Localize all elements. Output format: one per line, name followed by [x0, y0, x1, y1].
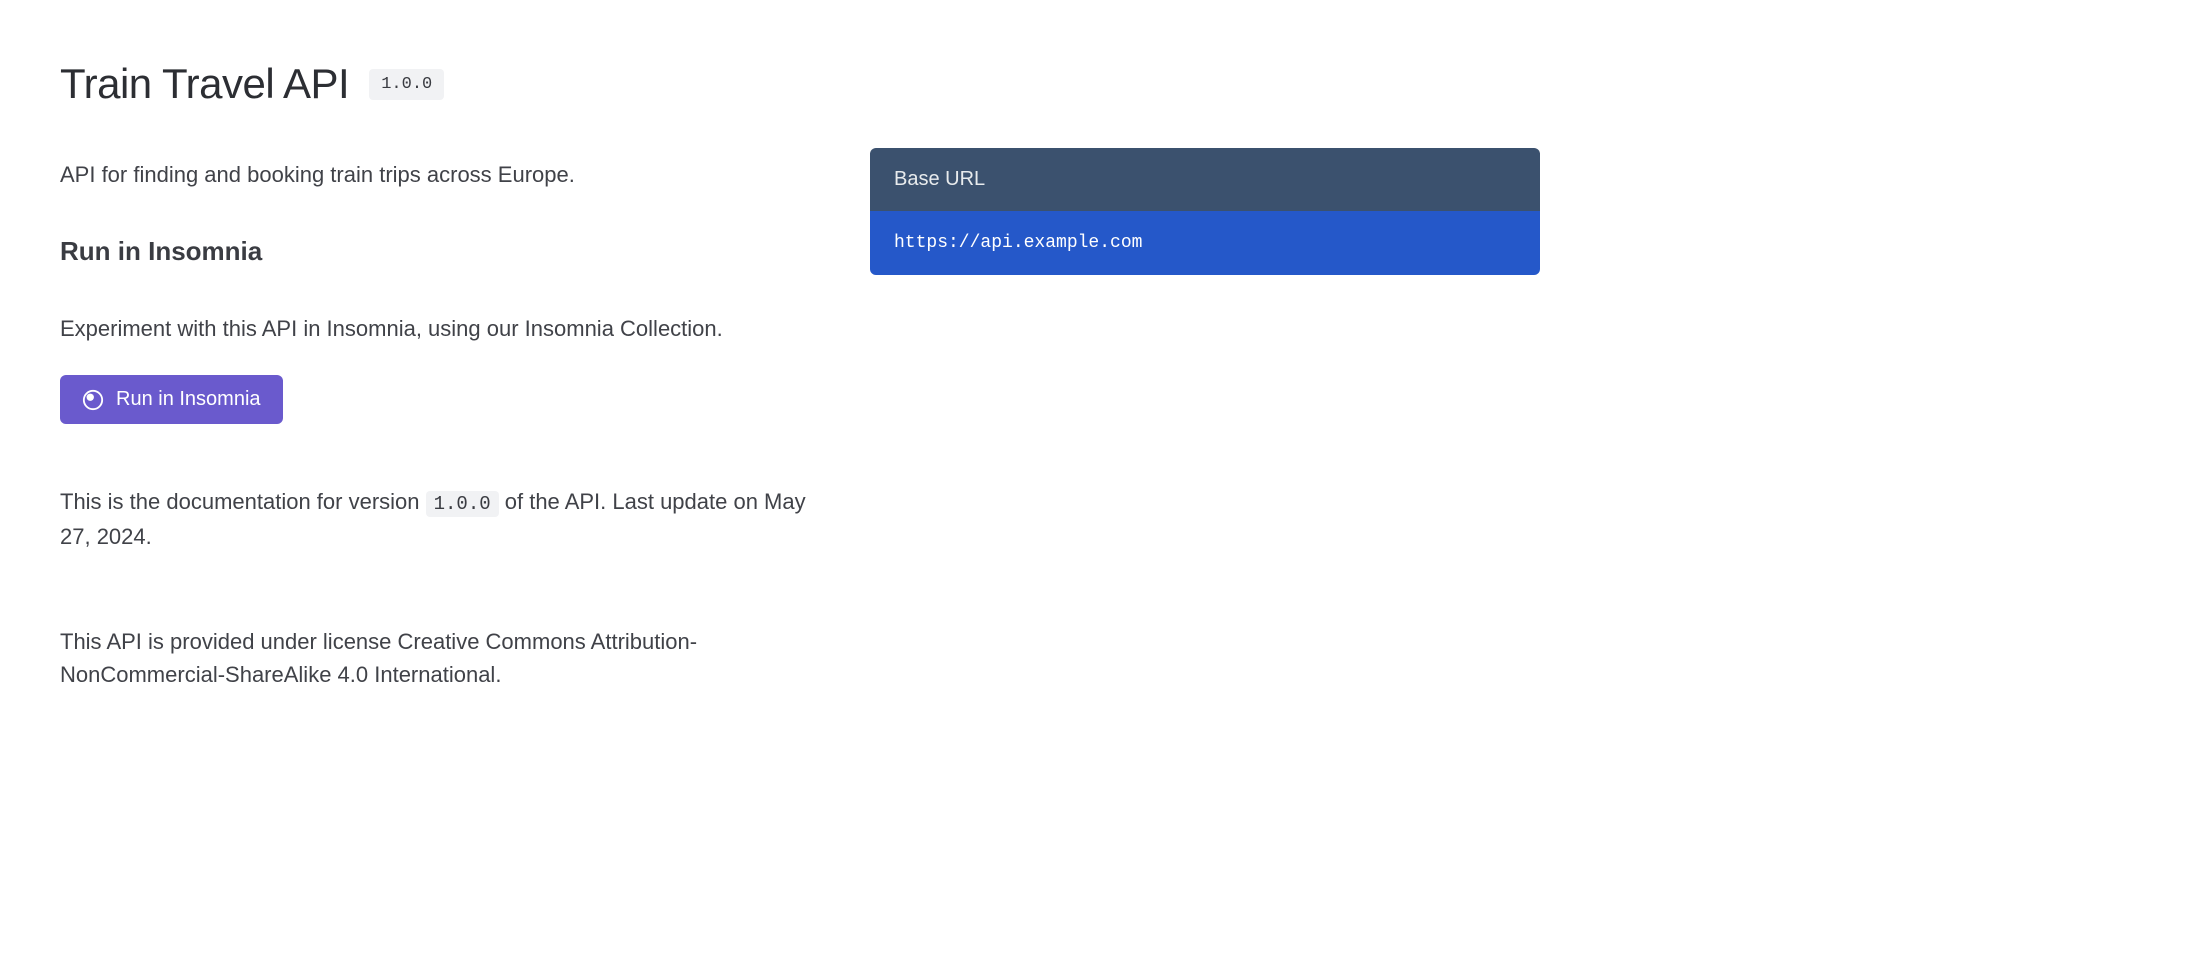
run-in-insomnia-button[interactable]: Run in Insomnia — [60, 375, 283, 424]
base-url-card: Base URL https://api.example.com — [870, 148, 1540, 275]
version-badge: 1.0.0 — [369, 69, 444, 100]
base-url-label: Base URL — [870, 148, 1540, 211]
insomnia-text: Experiment with this API in Insomnia, us… — [60, 312, 810, 345]
base-url-value: https://api.example.com — [870, 211, 1540, 275]
doc-version-prefix: This is the documentation for version — [60, 489, 426, 514]
license-text: This API is provided under license Creat… — [60, 625, 810, 691]
insomnia-button-label: Run in Insomnia — [116, 388, 261, 411]
insomnia-icon — [82, 389, 104, 411]
api-description: API for finding and booking train trips … — [60, 158, 810, 191]
insomnia-heading: Run in Insomnia — [60, 236, 810, 267]
doc-version-code: 1.0.0 — [426, 491, 499, 517]
doc-version-text: This is the documentation for version 1.… — [60, 484, 810, 555]
page-title: Train Travel API — [60, 60, 349, 108]
